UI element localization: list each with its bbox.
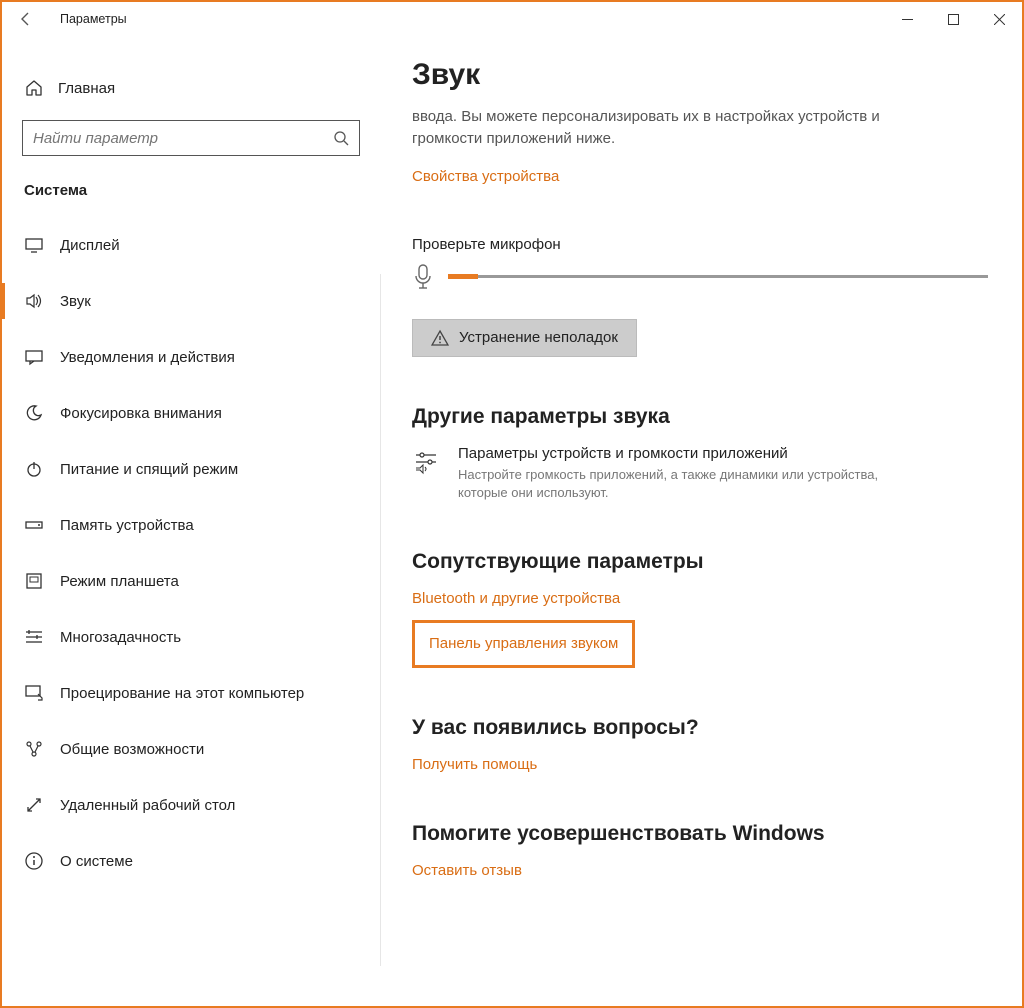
- remote-icon: [24, 795, 44, 815]
- settings-window: Параметры Главная: [0, 0, 1024, 1008]
- sliders-icon: [412, 447, 440, 475]
- sidebar-item-multitask[interactable]: Многозадачность: [2, 609, 380, 665]
- close-icon: [994, 14, 1005, 25]
- sidebar-item-about[interactable]: О системе: [2, 833, 380, 889]
- mic-check-label: Проверьте микрофон: [412, 236, 996, 253]
- close-button[interactable]: [976, 3, 1022, 35]
- mic-level-bar: [448, 275, 988, 278]
- sidebar-item-label: Память устройства: [60, 517, 194, 534]
- minimize-icon: [902, 14, 913, 25]
- sidebar-item-label: Уведомления и действия: [60, 349, 235, 366]
- get-help-link[interactable]: Получить помощь: [412, 756, 537, 773]
- home-icon: [24, 78, 44, 98]
- tablet-icon: [24, 571, 44, 591]
- warning-icon: [431, 329, 449, 347]
- moon-icon: [24, 403, 44, 423]
- sidebar-item-label: Проецирование на этот компьютер: [60, 685, 304, 702]
- highlighted-link-box: Панель управления звуком: [412, 620, 635, 668]
- sidebar-item-label: Фокусировка внимания: [60, 405, 222, 422]
- sidebar-item-focus[interactable]: Фокусировка внимания: [2, 385, 380, 441]
- sidebar-item-label: О системе: [60, 853, 133, 870]
- window-controls: [884, 3, 1022, 35]
- page-title: Звук: [412, 58, 996, 92]
- sidebar-item-power[interactable]: Питание и спящий режим: [2, 441, 380, 497]
- sidebar-item-shared[interactable]: Общие возможности: [2, 721, 380, 777]
- sidebar-item-label: Звук: [60, 293, 91, 310]
- sidebar-item-display[interactable]: Дисплей: [2, 217, 380, 273]
- sound-control-panel-link[interactable]: Панель управления звуком: [429, 635, 618, 652]
- feedback-heading: Помогите усовершенствовать Windows: [412, 822, 996, 846]
- multitask-icon: [24, 627, 44, 647]
- sidebar-item-projecting[interactable]: Проецирование на этот компьютер: [2, 665, 380, 721]
- scrollbar[interactable]: [1006, 36, 1020, 1006]
- search-icon: [333, 130, 349, 146]
- other-sound-heading: Другие параметры звука: [412, 405, 996, 429]
- sidebar-item-notifications[interactable]: Уведомления и действия: [2, 329, 380, 385]
- related-heading: Сопутствующие параметры: [412, 550, 996, 574]
- window-body: Главная Система Дисплей Звук: [2, 36, 1022, 1006]
- sidebar-item-label: Многозадачность: [60, 629, 181, 646]
- feedback-link[interactable]: Оставить отзыв: [412, 862, 522, 879]
- page-description: ввода. Вы можете персонализировать их в …: [412, 106, 932, 150]
- arrow-left-icon: [18, 11, 34, 27]
- back-button[interactable]: [10, 3, 42, 35]
- sidebar-item-storage[interactable]: Память устройства: [2, 497, 380, 553]
- app-volume-desc: Настройте громкость приложений, а также …: [458, 466, 918, 502]
- sidebar-home[interactable]: Главная: [2, 66, 380, 110]
- help-heading: У вас появились вопросы?: [412, 716, 996, 740]
- app-volume-title: Параметры устройств и громкости приложен…: [458, 445, 918, 462]
- message-icon: [24, 347, 44, 367]
- sidebar-item-sound[interactable]: Звук: [2, 273, 380, 329]
- sidebar-nav: Дисплей Звук Уведомления и действия Фоку…: [2, 217, 380, 889]
- sidebar-item-remote[interactable]: Удаленный рабочий стол: [2, 777, 380, 833]
- bluetooth-link[interactable]: Bluetooth и другие устройства: [412, 590, 620, 607]
- microphone-icon: [412, 263, 434, 291]
- sidebar-item-label: Удаленный рабочий стол: [60, 797, 235, 814]
- sidebar-item-tablet[interactable]: Режим планшета: [2, 553, 380, 609]
- search-box[interactable]: [22, 120, 360, 156]
- sidebar-item-label: Общие возможности: [60, 741, 204, 758]
- device-properties-link[interactable]: Свойства устройства: [412, 168, 559, 185]
- power-icon: [24, 459, 44, 479]
- shared-icon: [24, 739, 44, 759]
- sidebar-item-label: Режим планшета: [60, 573, 179, 590]
- sidebar-section-label: Система: [2, 174, 380, 207]
- sound-icon: [24, 291, 44, 311]
- sidebar-item-label: Дисплей: [60, 237, 120, 254]
- maximize-icon: [948, 14, 959, 25]
- mic-check-row: [412, 263, 996, 291]
- sidebar-item-label: Питание и спящий режим: [60, 461, 238, 478]
- app-volume-setting[interactable]: Параметры устройств и громкости приложен…: [412, 445, 996, 502]
- mic-level-fill: [448, 274, 478, 279]
- info-icon: [24, 851, 44, 871]
- sidebar: Главная Система Дисплей Звук: [2, 36, 380, 1006]
- sidebar-home-label: Главная: [58, 80, 115, 97]
- troubleshoot-label: Устранение неполадок: [459, 329, 618, 346]
- content-area: Звук ввода. Вы можете персонализировать …: [380, 36, 1022, 1006]
- monitor-icon: [24, 235, 44, 255]
- storage-icon: [24, 515, 44, 535]
- window-title: Параметры: [60, 12, 127, 26]
- maximize-button[interactable]: [930, 3, 976, 35]
- project-icon: [24, 683, 44, 703]
- search-input[interactable]: [33, 130, 333, 147]
- troubleshoot-button[interactable]: Устранение неполадок: [412, 319, 637, 357]
- titlebar: Параметры: [2, 2, 1022, 36]
- minimize-button[interactable]: [884, 3, 930, 35]
